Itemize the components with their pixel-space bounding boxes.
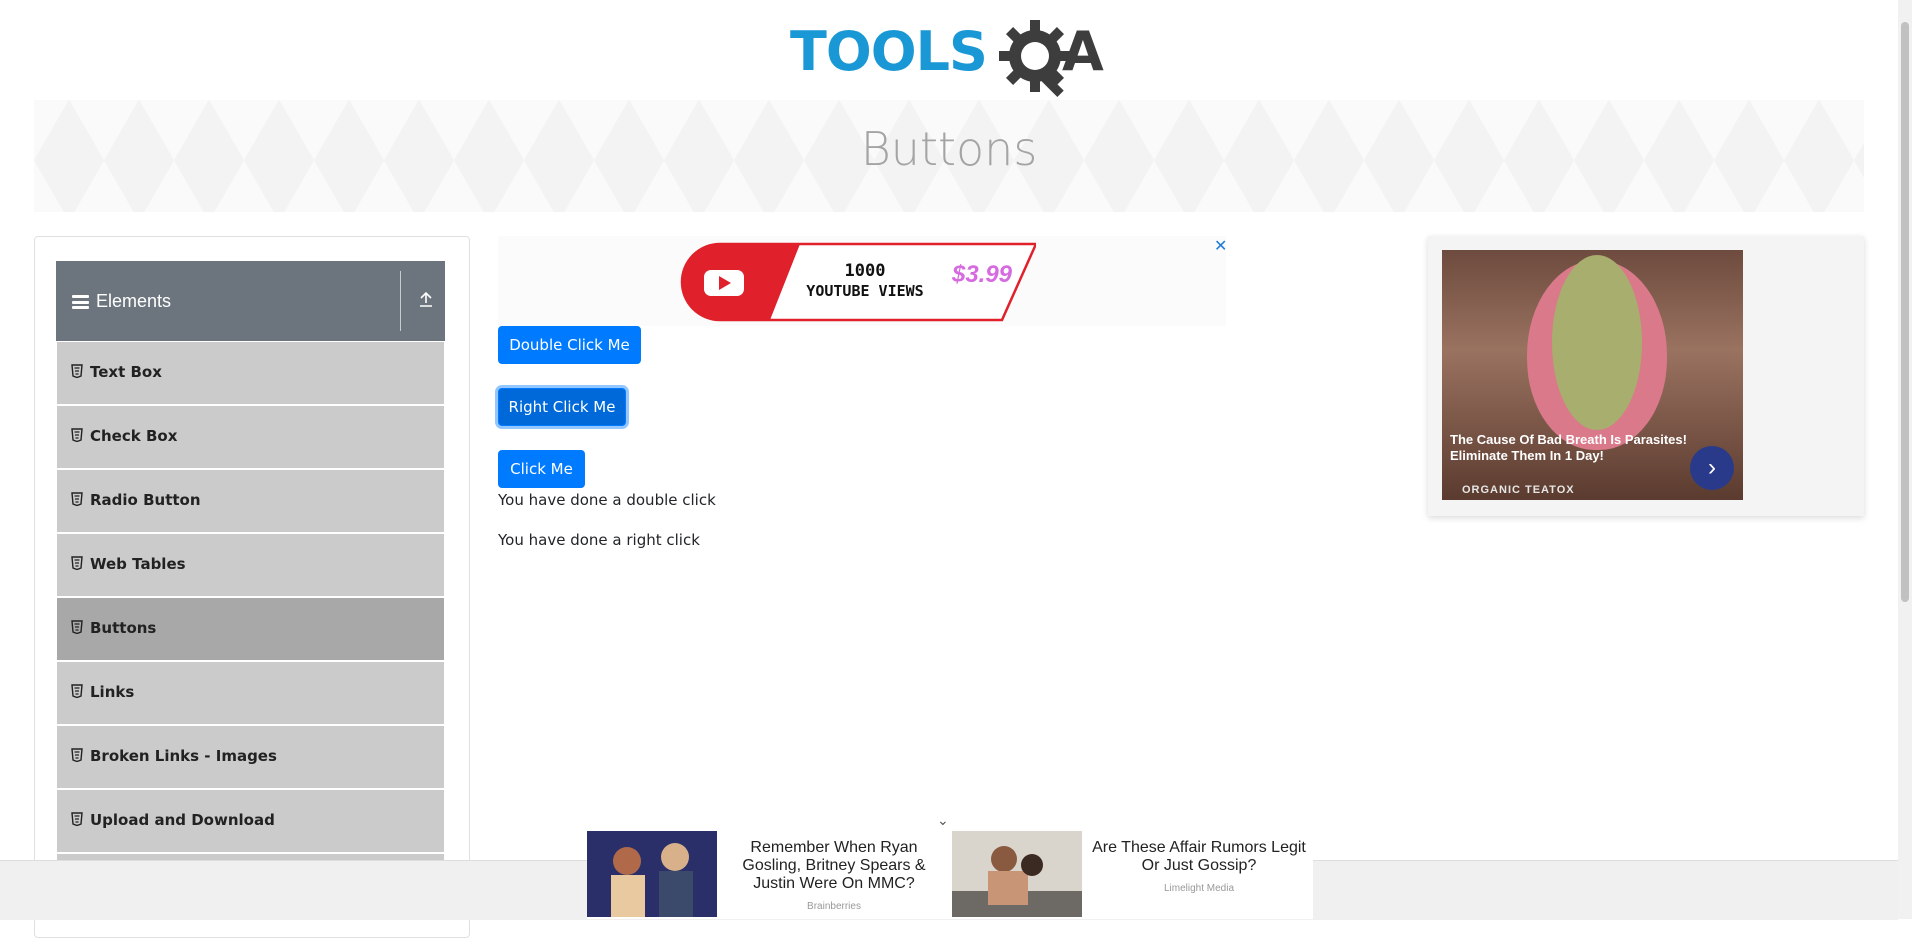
sidebar-item-web-tables[interactable]: Web Tables [57,534,444,598]
sidebar-item-label: Upload and Download [90,811,275,829]
right-click-message: You have done a right click [498,531,700,549]
sidebar-item-text-box[interactable]: Text Box [57,342,444,406]
ad-source: Limelight Media [1163,883,1235,894]
html5-icon [71,812,83,826]
collapse-arrow-icon[interactable] [412,287,440,315]
ad-card[interactable]: Remember When Ryan Gosling, Britney Spea… [587,831,947,919]
html5-icon [71,748,83,762]
ad-next-arrow-icon[interactable]: › [1690,446,1734,490]
menu-icon [72,295,89,309]
ad-thumbnail [587,831,717,917]
click-me-button[interactable]: Click Me [498,450,585,488]
sidebar-group-label: Elements [96,291,172,311]
html5-icon [71,492,83,506]
sidebar-item-check-box[interactable]: Check Box [57,406,444,470]
ad-close-icon[interactable]: ✕ [1214,236,1227,256]
bad-breath-ad[interactable]: The Cause Of Bad Breath Is Parasites! El… [1428,236,1864,516]
ad-sponsor: ORGANIC TEATOX [1462,484,1575,496]
page-title: Buttons [860,122,1038,176]
sidebar-item-links[interactable]: Links [57,662,444,726]
right-click-button[interactable]: Right Click Me [498,388,626,426]
html5-icon [71,620,83,634]
scrollbar-thumb[interactable] [1901,22,1909,602]
sidebar-item-label: Check Box [90,427,178,445]
sidebar-item-label: Broken Links - Images [90,747,277,765]
ad-price: $3.99 [951,261,1013,288]
sidebar-item-label: Web Tables [90,555,186,573]
ad-headline: Remember When Ryan Gosling, Britney Spea… [742,839,926,892]
ad-line2: YOUTUBE VIEWS [806,282,923,300]
logo-tools-text: TOOLS [790,20,988,83]
sidebar-group-elements[interactable]: Elements [56,261,445,341]
ad-source: Brainberries [807,901,861,912]
double-click-message: You have done a double click [498,491,716,509]
youtube-views-ad[interactable]: ✕ 1000 YOUTUBE VIEWS $3.99 [498,236,1227,326]
ad-card[interactable]: Are These Affair Rumors Legit Or Just Go… [952,831,1312,919]
sidebar-item-label: Buttons [90,619,157,637]
ad-thumbnail [952,831,1082,917]
html5-icon [71,428,83,442]
ad-headline: Are These Affair Rumors Legit Or Just Go… [1092,839,1306,874]
page-banner: Buttons [34,100,1864,212]
ad-photo: The Cause Of Bad Breath Is Parasites! El… [1442,250,1743,500]
sidebar-item-label: Text Box [90,363,162,381]
ad-line1: 1000 [845,261,886,281]
sidebar-item-upload-download[interactable]: Upload and Download [57,790,444,854]
html5-icon [71,556,83,570]
bottom-ad[interactable]: ⌄ Remember When Ryan Gosling, Britney Sp… [587,812,1313,919]
sidebar-item-label: Radio Button [90,491,201,509]
chevron-down-icon[interactable]: ⌄ [937,812,949,829]
double-click-button[interactable]: Double Click Me [498,326,641,364]
sidebar-item-buttons[interactable]: Buttons [57,598,444,662]
sidebar-item-broken-links[interactable]: Broken Links - Images [57,726,444,790]
logo-a-text: A [1062,20,1104,83]
youtube-ad-graphic: 1000 YOUTUBE VIEWS $3.99 [680,242,1036,322]
ad-photo-leaf [1552,255,1642,430]
html5-icon [71,364,83,378]
sidebar-item-label: Links [90,683,135,701]
divider [400,271,401,331]
sidebar-item-radio-button[interactable]: Radio Button [57,470,444,534]
html5-icon [71,684,83,698]
ad-caption: The Cause Of Bad Breath Is Parasites! El… [1450,432,1687,463]
